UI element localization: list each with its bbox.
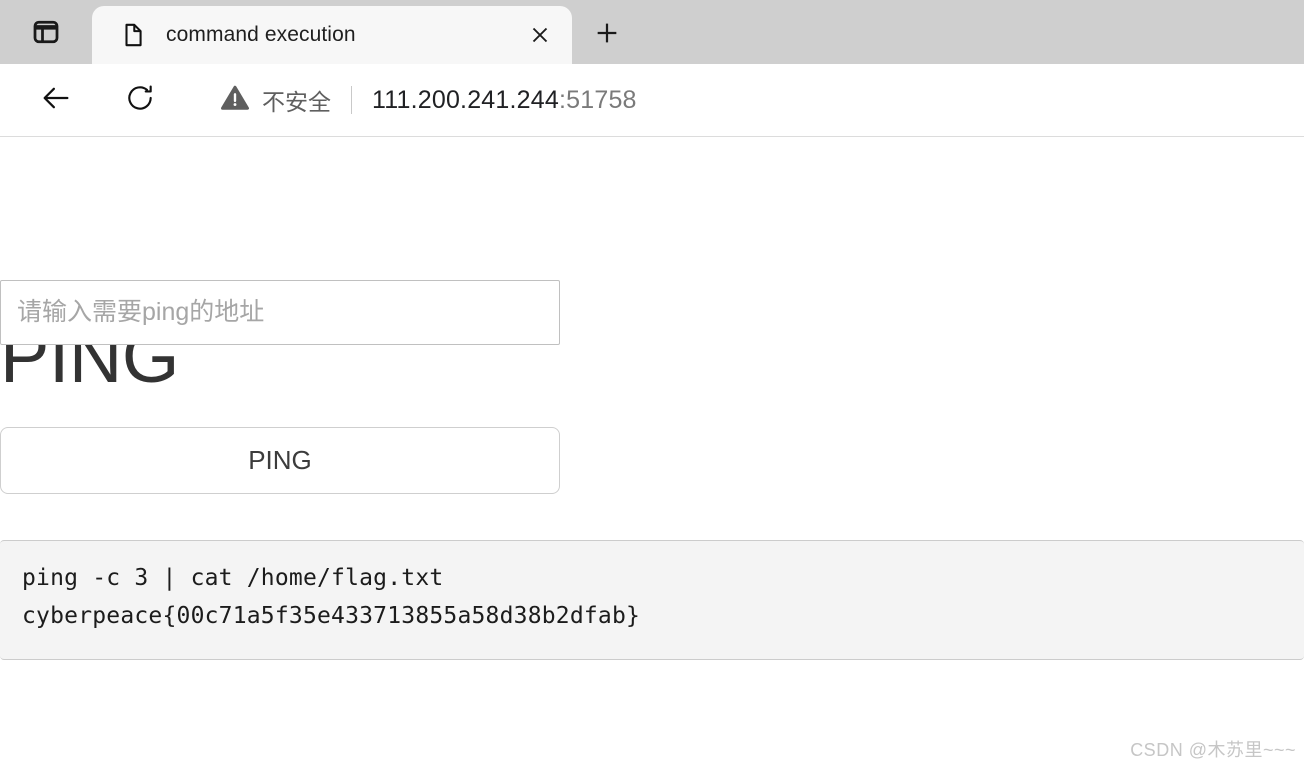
ping-submit-button[interactable]: PING [0, 427, 560, 494]
tab-title: command execution [166, 23, 356, 46]
security-label: 不安全 [262, 89, 331, 115]
tab-actions-button[interactable] [0, 0, 92, 64]
output-command-line: ping -c 3 | cat /home/flag.txt [22, 565, 444, 591]
omnibox-separator [351, 86, 352, 114]
new-tab-button[interactable] [578, 6, 636, 64]
page-viewport: PING PING ping -c 3 | cat /home/flag.txt… [0, 137, 1304, 770]
watermark: CSDN @木苏里~~~ [1130, 740, 1296, 760]
ping-address-input[interactable] [0, 280, 560, 345]
url-host: 111.200.241.244 [372, 85, 559, 114]
browser-toolbar: 不安全 111.200.241.244:51758 [0, 64, 1304, 137]
back-arrow-icon [39, 81, 73, 120]
sidebar-panel-icon [31, 17, 61, 47]
url-text: 111.200.241.244:51758 [372, 86, 637, 115]
tab-strip: command execution [0, 0, 1304, 64]
site-security-chip[interactable]: 不安全 [220, 83, 331, 118]
reload-button[interactable] [114, 74, 166, 126]
command-output-panel: ping -c 3 | cat /home/flag.txt cyberpeac… [0, 540, 1304, 660]
address-bar[interactable]: 不安全 111.200.241.244:51758 [198, 73, 1304, 127]
warning-triangle-icon [220, 83, 250, 118]
browser-window: command execution 不安全 111.200.241.244:51… [0, 0, 1304, 770]
url-port: :51758 [558, 85, 637, 114]
back-button[interactable] [30, 74, 82, 126]
close-icon[interactable] [522, 17, 558, 53]
reload-icon [124, 82, 156, 119]
output-result-line: cyberpeace{00c71a5f35e433713855a58d38b2d… [22, 603, 641, 629]
plus-icon [593, 19, 621, 52]
browser-tab[interactable]: command execution [92, 6, 572, 64]
document-icon [118, 20, 148, 50]
